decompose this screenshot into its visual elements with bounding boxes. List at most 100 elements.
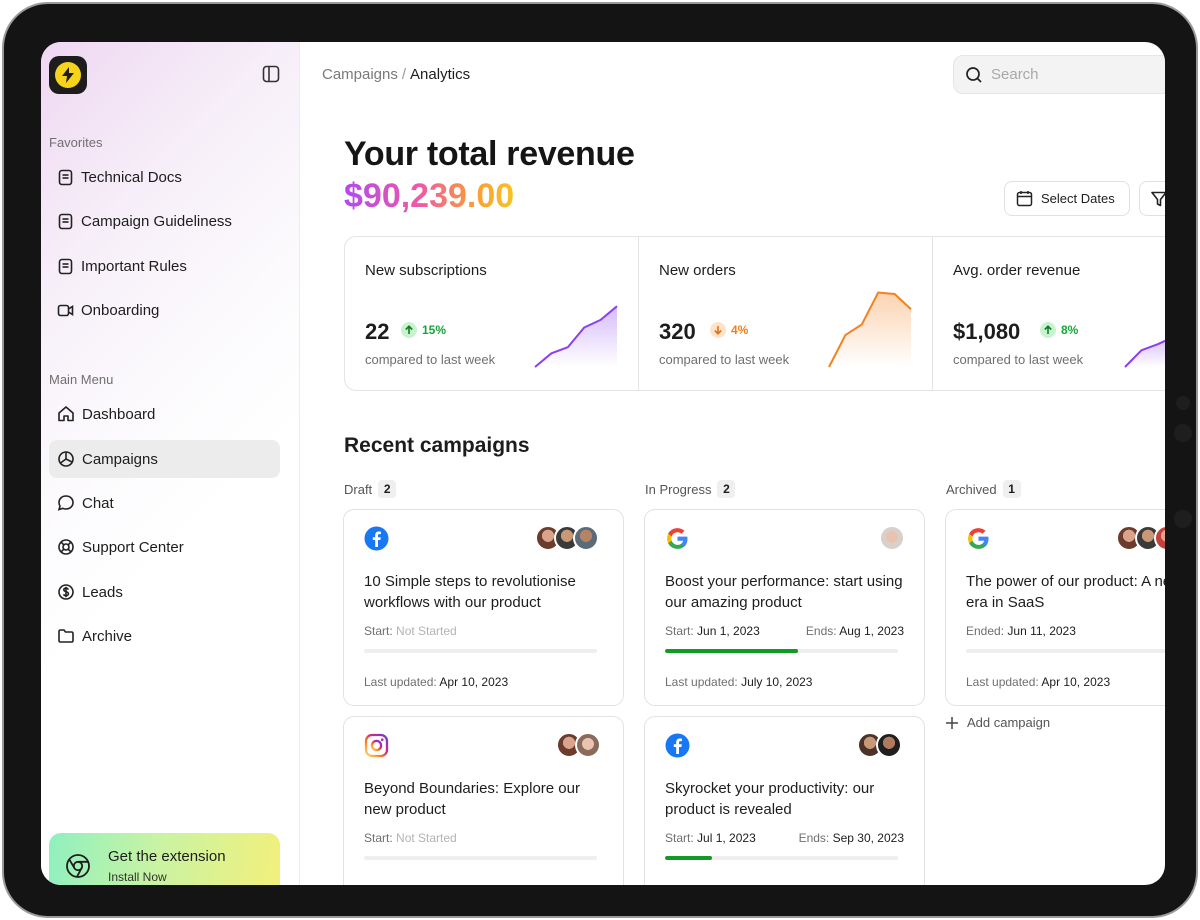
sidebar-item-label: Chat	[82, 494, 114, 512]
app-screen: Favorites Technical Docs Campaign Guidel…	[41, 42, 1165, 885]
start-value: Jun 1, 2023	[697, 624, 760, 638]
column-archived-header: Archived 1	[946, 480, 1021, 498]
campaign-title: Boost your performance: start using our …	[665, 573, 903, 611]
campaign-card[interactable]: 10 Simple steps to revolutionise workflo…	[343, 509, 624, 706]
sidebar-item-label: Leads	[82, 583, 123, 601]
app-logo[interactable]	[49, 56, 87, 94]
sidebar-item-label: Important Rules	[81, 257, 187, 275]
campaign-card[interactable]: Skyrocket your productivity: our product…	[644, 716, 925, 885]
stat-comparison: compared to last week	[659, 352, 790, 367]
column-draft-header: Draft 2	[344, 480, 397, 498]
campaign-dates: Start: Jul 1, 2023 Ends: Sep 30, 2023	[665, 831, 904, 845]
install-now-link[interactable]: Install Now	[108, 870, 167, 884]
campaign-card[interactable]: Boost your performance: start using our …	[644, 509, 925, 706]
stat-comparison: compared to last week	[365, 352, 496, 367]
stat-value: 22	[365, 319, 390, 344]
avatar-group	[879, 525, 905, 551]
stat-delta: 8%	[1040, 322, 1078, 338]
stat-value: 320	[659, 319, 696, 344]
breadcrumb-separator: /	[401, 66, 407, 83]
home-icon	[58, 406, 74, 422]
stat-delta-value: 8%	[1061, 323, 1079, 337]
pie-chart-icon	[58, 451, 74, 467]
sparkline-chart	[534, 305, 618, 368]
end-label: Ends:	[798, 831, 830, 845]
sidebar-item-label: Campaigns	[82, 450, 158, 468]
avatar-group	[1116, 525, 1165, 551]
select-dates-label: Select Dates	[1041, 191, 1115, 206]
extension-card[interactable]: Get the extension Install Now	[49, 833, 280, 885]
start-label: Ended:	[966, 624, 1005, 638]
sensor-dot	[1174, 510, 1192, 528]
start-value: Not Started	[396, 624, 457, 638]
sidebar-item-campaign-guideliness[interactable]: Campaign Guideliness	[49, 202, 280, 240]
lightning-icon	[55, 62, 81, 88]
sidebar-item-archive[interactable]: Archive	[49, 617, 280, 655]
stat-new-orders: New orders 320 4% compared to last week	[639, 237, 933, 390]
avatar-group	[535, 525, 599, 551]
last-updated: Last updated: Apr 10, 2023	[364, 675, 508, 689]
campaign-card[interactable]: Beyond Boundaries: Explore our new produ…	[343, 716, 624, 885]
sidebar-item-technical-docs[interactable]: Technical Docs	[49, 158, 280, 196]
facebook-icon	[665, 733, 690, 763]
breadcrumb-parent[interactable]: Campaigns	[322, 66, 398, 83]
sidebar-toggle-icon[interactable]	[262, 65, 280, 88]
sparkline-area	[829, 292, 911, 367]
main-content: Campaigns/Analytics Your total revenue $…	[300, 42, 1165, 885]
tablet-frame: Favorites Technical Docs Campaign Guidel…	[2, 2, 1198, 918]
end-value: Sep 30, 2023	[832, 831, 904, 845]
avatar-group	[556, 732, 601, 758]
sparkline-chart	[828, 291, 912, 368]
add-campaign-button[interactable]: Add campaign	[945, 715, 1050, 730]
stat-delta-value: 15%	[422, 323, 447, 337]
stats-panel: New subscriptions 22 15% compared to las…	[344, 236, 1165, 391]
plus-icon	[946, 716, 958, 729]
breadcrumb-current: Analytics	[410, 66, 471, 83]
sidebar-item-campaigns[interactable]: Campaigns	[49, 440, 280, 478]
stat-comparison: compared to last week	[953, 352, 1084, 367]
updated-value: July 10, 2023	[741, 675, 813, 689]
add-campaign-label: Add campaign	[967, 715, 1051, 730]
progress-bar	[665, 649, 898, 653]
last-updated: Last updated: Apr 10, 2023	[966, 675, 1110, 689]
stat-label: New orders	[659, 262, 736, 279]
campaign-dates: Start: Not Started	[364, 624, 603, 638]
avatar-group	[857, 732, 902, 758]
main-menu-label: Main Menu	[49, 372, 114, 387]
end-label: Ends:	[805, 624, 837, 638]
campaign-dates: Ended: Jun 11, 2023	[966, 624, 1165, 638]
arrow-up-icon	[401, 322, 417, 338]
sparkline-area	[1125, 340, 1165, 367]
sidebar-item-leads[interactable]: Leads	[49, 573, 280, 611]
video-icon	[57, 304, 74, 316]
sidebar-item-dashboard[interactable]: Dashboard	[49, 395, 280, 433]
progress-fill	[665, 856, 712, 860]
sidebar-item-support-center[interactable]: Support Center	[49, 528, 280, 566]
favorites-label: Favorites	[49, 135, 103, 150]
filter-button[interactable]	[1139, 181, 1165, 216]
sidebar-item-label: Archive	[82, 627, 133, 645]
avatar	[575, 732, 601, 758]
search-icon	[966, 66, 982, 83]
start-value: Jun 11, 2023	[1007, 624, 1076, 638]
search-box[interactable]	[953, 55, 1165, 94]
sensor-dot	[1174, 424, 1192, 442]
document-icon	[58, 213, 73, 229]
total-revenue-amount: $90,239.00	[344, 177, 515, 215]
campaign-card[interactable]: The power of our product: A new era in S…	[945, 509, 1165, 706]
search-input[interactable]	[991, 66, 1141, 83]
chrome-icon	[65, 853, 91, 884]
sidebar-item-chat[interactable]: Chat	[49, 484, 280, 522]
start-label: Start:	[364, 624, 393, 638]
select-dates-button[interactable]: Select Dates	[1004, 181, 1130, 216]
dollar-circle-icon	[58, 584, 74, 600]
folder-icon	[58, 629, 74, 643]
updated-label: Last updated:	[966, 675, 1039, 689]
stat-label: Avg. order revenue	[953, 262, 1081, 279]
stat-delta: 15%	[401, 322, 446, 338]
sidebar-item-important-rules[interactable]: Important Rules	[49, 247, 280, 285]
document-icon	[58, 258, 73, 274]
sidebar-item-onboarding[interactable]: Onboarding	[49, 291, 280, 329]
instagram-icon	[364, 733, 389, 763]
column-label: In Progress	[645, 481, 712, 497]
